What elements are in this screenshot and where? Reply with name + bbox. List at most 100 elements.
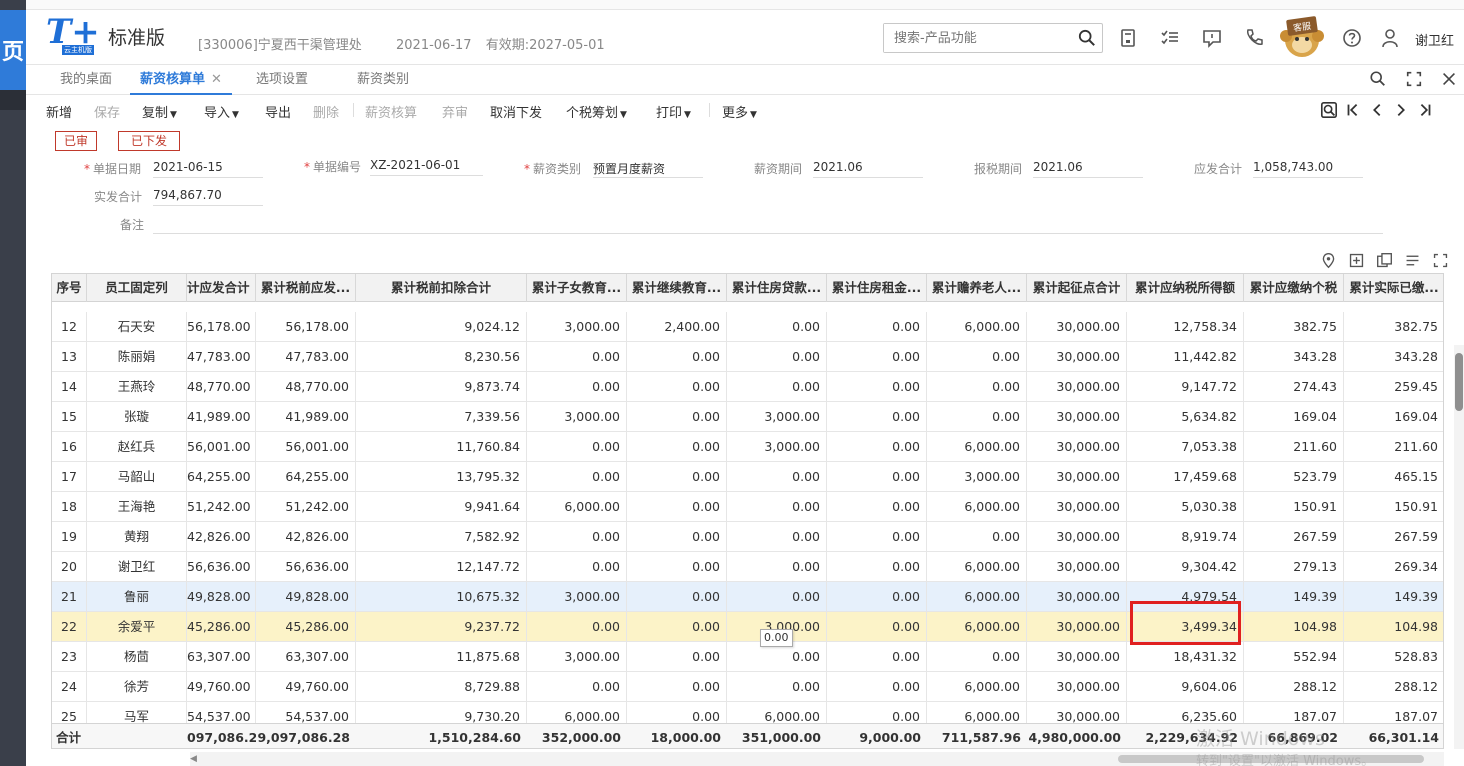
table-cell[interactable]: 0.00 bbox=[727, 342, 827, 372]
table-cell[interactable]: 279.13 bbox=[1244, 552, 1344, 582]
table-cell[interactable]: 30,000.00 bbox=[1027, 672, 1127, 702]
table-cell[interactable]: 30,000.00 bbox=[1027, 552, 1127, 582]
table-cell[interactable]: 18,431.32 bbox=[1127, 642, 1244, 672]
table-cell[interactable]: 30,000.00 bbox=[1027, 612, 1127, 642]
table-cell[interactable]: 382.75 bbox=[1244, 312, 1344, 342]
table-cell[interactable]: 169.04 bbox=[1344, 402, 1443, 432]
table-cell[interactable]: 22 bbox=[52, 612, 87, 642]
table-cell[interactable]: 0.00 bbox=[627, 432, 727, 462]
table-cell[interactable]: 30,000.00 bbox=[1027, 432, 1127, 462]
column-header[interactable]: 累计起征点合计 bbox=[1027, 274, 1127, 302]
table-cell[interactable]: 45,286.00 bbox=[256, 612, 356, 642]
column-header[interactable]: 累计子女教育... bbox=[527, 274, 627, 302]
table-cell[interactable]: 30,000.00 bbox=[1027, 642, 1127, 672]
table-cell[interactable]: 267.59 bbox=[1344, 522, 1443, 552]
fullscreen-icon[interactable] bbox=[1405, 70, 1423, 88]
table-cell[interactable]: 49,828.00 bbox=[187, 582, 256, 612]
first-record-icon[interactable] bbox=[1344, 101, 1362, 119]
table-cell[interactable]: 552.94 bbox=[1244, 642, 1344, 672]
phone-icon[interactable] bbox=[1244, 28, 1264, 48]
column-header[interactable]: 计应发合计 bbox=[187, 274, 256, 302]
table-cell[interactable]: 41,989.00 bbox=[256, 402, 356, 432]
table-cell[interactable]: 343.28 bbox=[1244, 342, 1344, 372]
search-icon[interactable] bbox=[1078, 29, 1096, 47]
column-header[interactable]: 累计税前应发... bbox=[256, 274, 356, 302]
table-cell[interactable]: 8,230.56 bbox=[356, 342, 527, 372]
table-row[interactable]: 23 杨茴 63,307.00 63,307.00 11,875.68 3,000.00 0… bbox=[52, 642, 1443, 672]
table-row[interactable]: 24 徐芳 49,760.00 49,760.00 8,729.88 0.00 0.00 0.… bbox=[52, 672, 1443, 702]
table-cell[interactable]: 30,000.00 bbox=[1027, 342, 1127, 372]
table-cell[interactable]: 5,030.38 bbox=[1127, 492, 1244, 522]
employee-name-cell[interactable]: 徐芳 bbox=[87, 672, 187, 702]
table-cell[interactable]: 9,873.74 bbox=[356, 372, 527, 402]
copy-button[interactable]: 复制 ▼ bbox=[142, 102, 177, 121]
column-header[interactable]: 序号 bbox=[52, 274, 87, 302]
remark-input[interactable] bbox=[153, 216, 1383, 234]
table-cell[interactable]: 13 bbox=[52, 342, 87, 372]
table-cell[interactable]: 0.00 bbox=[927, 342, 1027, 372]
table-cell[interactable]: 56,636.00 bbox=[187, 552, 256, 582]
table-row[interactable]: 15 张璇 41,989.00 41,989.00 7,339.56 3,000.00 0.… bbox=[52, 402, 1443, 432]
table-cell[interactable]: 0.00 bbox=[727, 492, 827, 522]
table-cell[interactable]: 6,000.00 bbox=[927, 492, 1027, 522]
table-cell[interactable]: 30,000.00 bbox=[1027, 582, 1127, 612]
table-row[interactable]: 20 谢卫红 56,636.00 56,636.00 12,147.72 0.00 0.00… bbox=[52, 552, 1443, 582]
table-cell[interactable]: 56,178.00 bbox=[256, 312, 356, 342]
table-cell[interactable]: 382.75 bbox=[1344, 312, 1443, 342]
salary-type-input[interactable]: 预置月度薪资 bbox=[593, 160, 703, 178]
table-cell[interactable]: 211.60 bbox=[1344, 432, 1443, 462]
table-cell[interactable]: 0.00 bbox=[827, 612, 927, 642]
table-cell[interactable]: 16 bbox=[52, 432, 87, 462]
table-cell[interactable]: 149.39 bbox=[1244, 582, 1344, 612]
table-cell[interactable]: 0.00 bbox=[827, 552, 927, 582]
print-button[interactable]: 打印 ▼ bbox=[656, 102, 691, 121]
table-row[interactable]: 17 马韶山 64,255.00 64,255.00 13,795.32 0.00 0.00… bbox=[52, 462, 1443, 492]
add-row-icon[interactable] bbox=[1348, 252, 1365, 269]
table-row[interactable]: 16 赵红兵 56,001.00 56,001.00 11,760.84 0.00 0.00… bbox=[52, 432, 1443, 462]
table-cell[interactable]: 49,760.00 bbox=[256, 672, 356, 702]
tab-my-desktop[interactable]: 我的桌面 bbox=[60, 65, 112, 95]
customer-service-mascot-icon[interactable]: 客服 bbox=[1274, 14, 1330, 60]
table-cell[interactable]: 0.00 bbox=[827, 342, 927, 372]
table-cell[interactable]: 8,919.74 bbox=[1127, 522, 1244, 552]
table-cell[interactable]: 9,024.12 bbox=[356, 312, 527, 342]
table-cell[interactable]: 0.00 bbox=[527, 522, 627, 552]
employee-name-cell[interactable]: 王海艳 bbox=[87, 492, 187, 522]
table-cell[interactable]: 0.00 bbox=[627, 402, 727, 432]
table-cell[interactable]: 11,442.82 bbox=[1127, 342, 1244, 372]
table-cell[interactable]: 0.00 bbox=[527, 612, 627, 642]
table-cell[interactable]: 0.00 bbox=[827, 522, 927, 552]
table-cell[interactable]: 6,000.00 bbox=[927, 582, 1027, 612]
table-cell[interactable]: 0.00 bbox=[827, 492, 927, 522]
calculate-button[interactable]: 薪资核算 bbox=[365, 102, 417, 121]
table-cell[interactable]: 49,760.00 bbox=[187, 672, 256, 702]
tax-plan-button[interactable]: 个税筹划 ▼ bbox=[566, 102, 627, 121]
column-settings-icon[interactable] bbox=[1404, 252, 1421, 269]
table-cell[interactable]: 47,783.00 bbox=[256, 342, 356, 372]
left-panel-tab[interactable]: 页 bbox=[0, 10, 26, 90]
vertical-scrollbar[interactable] bbox=[1454, 345, 1464, 749]
salary-period-input[interactable]: 2021.06 bbox=[813, 160, 923, 178]
employee-name-cell[interactable]: 黄翔 bbox=[87, 522, 187, 552]
calculator-icon[interactable] bbox=[1118, 28, 1138, 48]
table-cell[interactable]: 0.00 bbox=[827, 402, 927, 432]
employee-name-cell[interactable]: 张璇 bbox=[87, 402, 187, 432]
table-cell[interactable]: 9,147.72 bbox=[1127, 372, 1244, 402]
delete-button[interactable]: 删除 bbox=[313, 102, 339, 121]
table-cell[interactable]: 48,770.00 bbox=[256, 372, 356, 402]
table-cell[interactable]: 11,875.68 bbox=[356, 642, 527, 672]
table-cell[interactable]: 0.00 bbox=[827, 672, 927, 702]
save-button[interactable]: 保存 bbox=[94, 102, 120, 121]
table-cell[interactable]: 0.00 bbox=[727, 582, 827, 612]
message-icon[interactable] bbox=[1202, 28, 1222, 48]
table-cell[interactable]: 51,242.00 bbox=[256, 492, 356, 522]
table-cell[interactable]: 11,760.84 bbox=[356, 432, 527, 462]
table-cell[interactable]: 63,307.00 bbox=[187, 642, 256, 672]
table-cell[interactable]: 6,000.00 bbox=[927, 672, 1027, 702]
table-cell[interactable]: 0.00 bbox=[627, 582, 727, 612]
app-logo[interactable]: T+ 云主机版 标准版 bbox=[46, 12, 165, 56]
table-cell[interactable]: 30,000.00 bbox=[1027, 462, 1127, 492]
table-cell[interactable]: 0.00 bbox=[527, 462, 627, 492]
column-header[interactable]: 累计应缴纳个税 bbox=[1244, 274, 1344, 302]
more-button[interactable]: 更多 ▼ bbox=[722, 102, 757, 121]
